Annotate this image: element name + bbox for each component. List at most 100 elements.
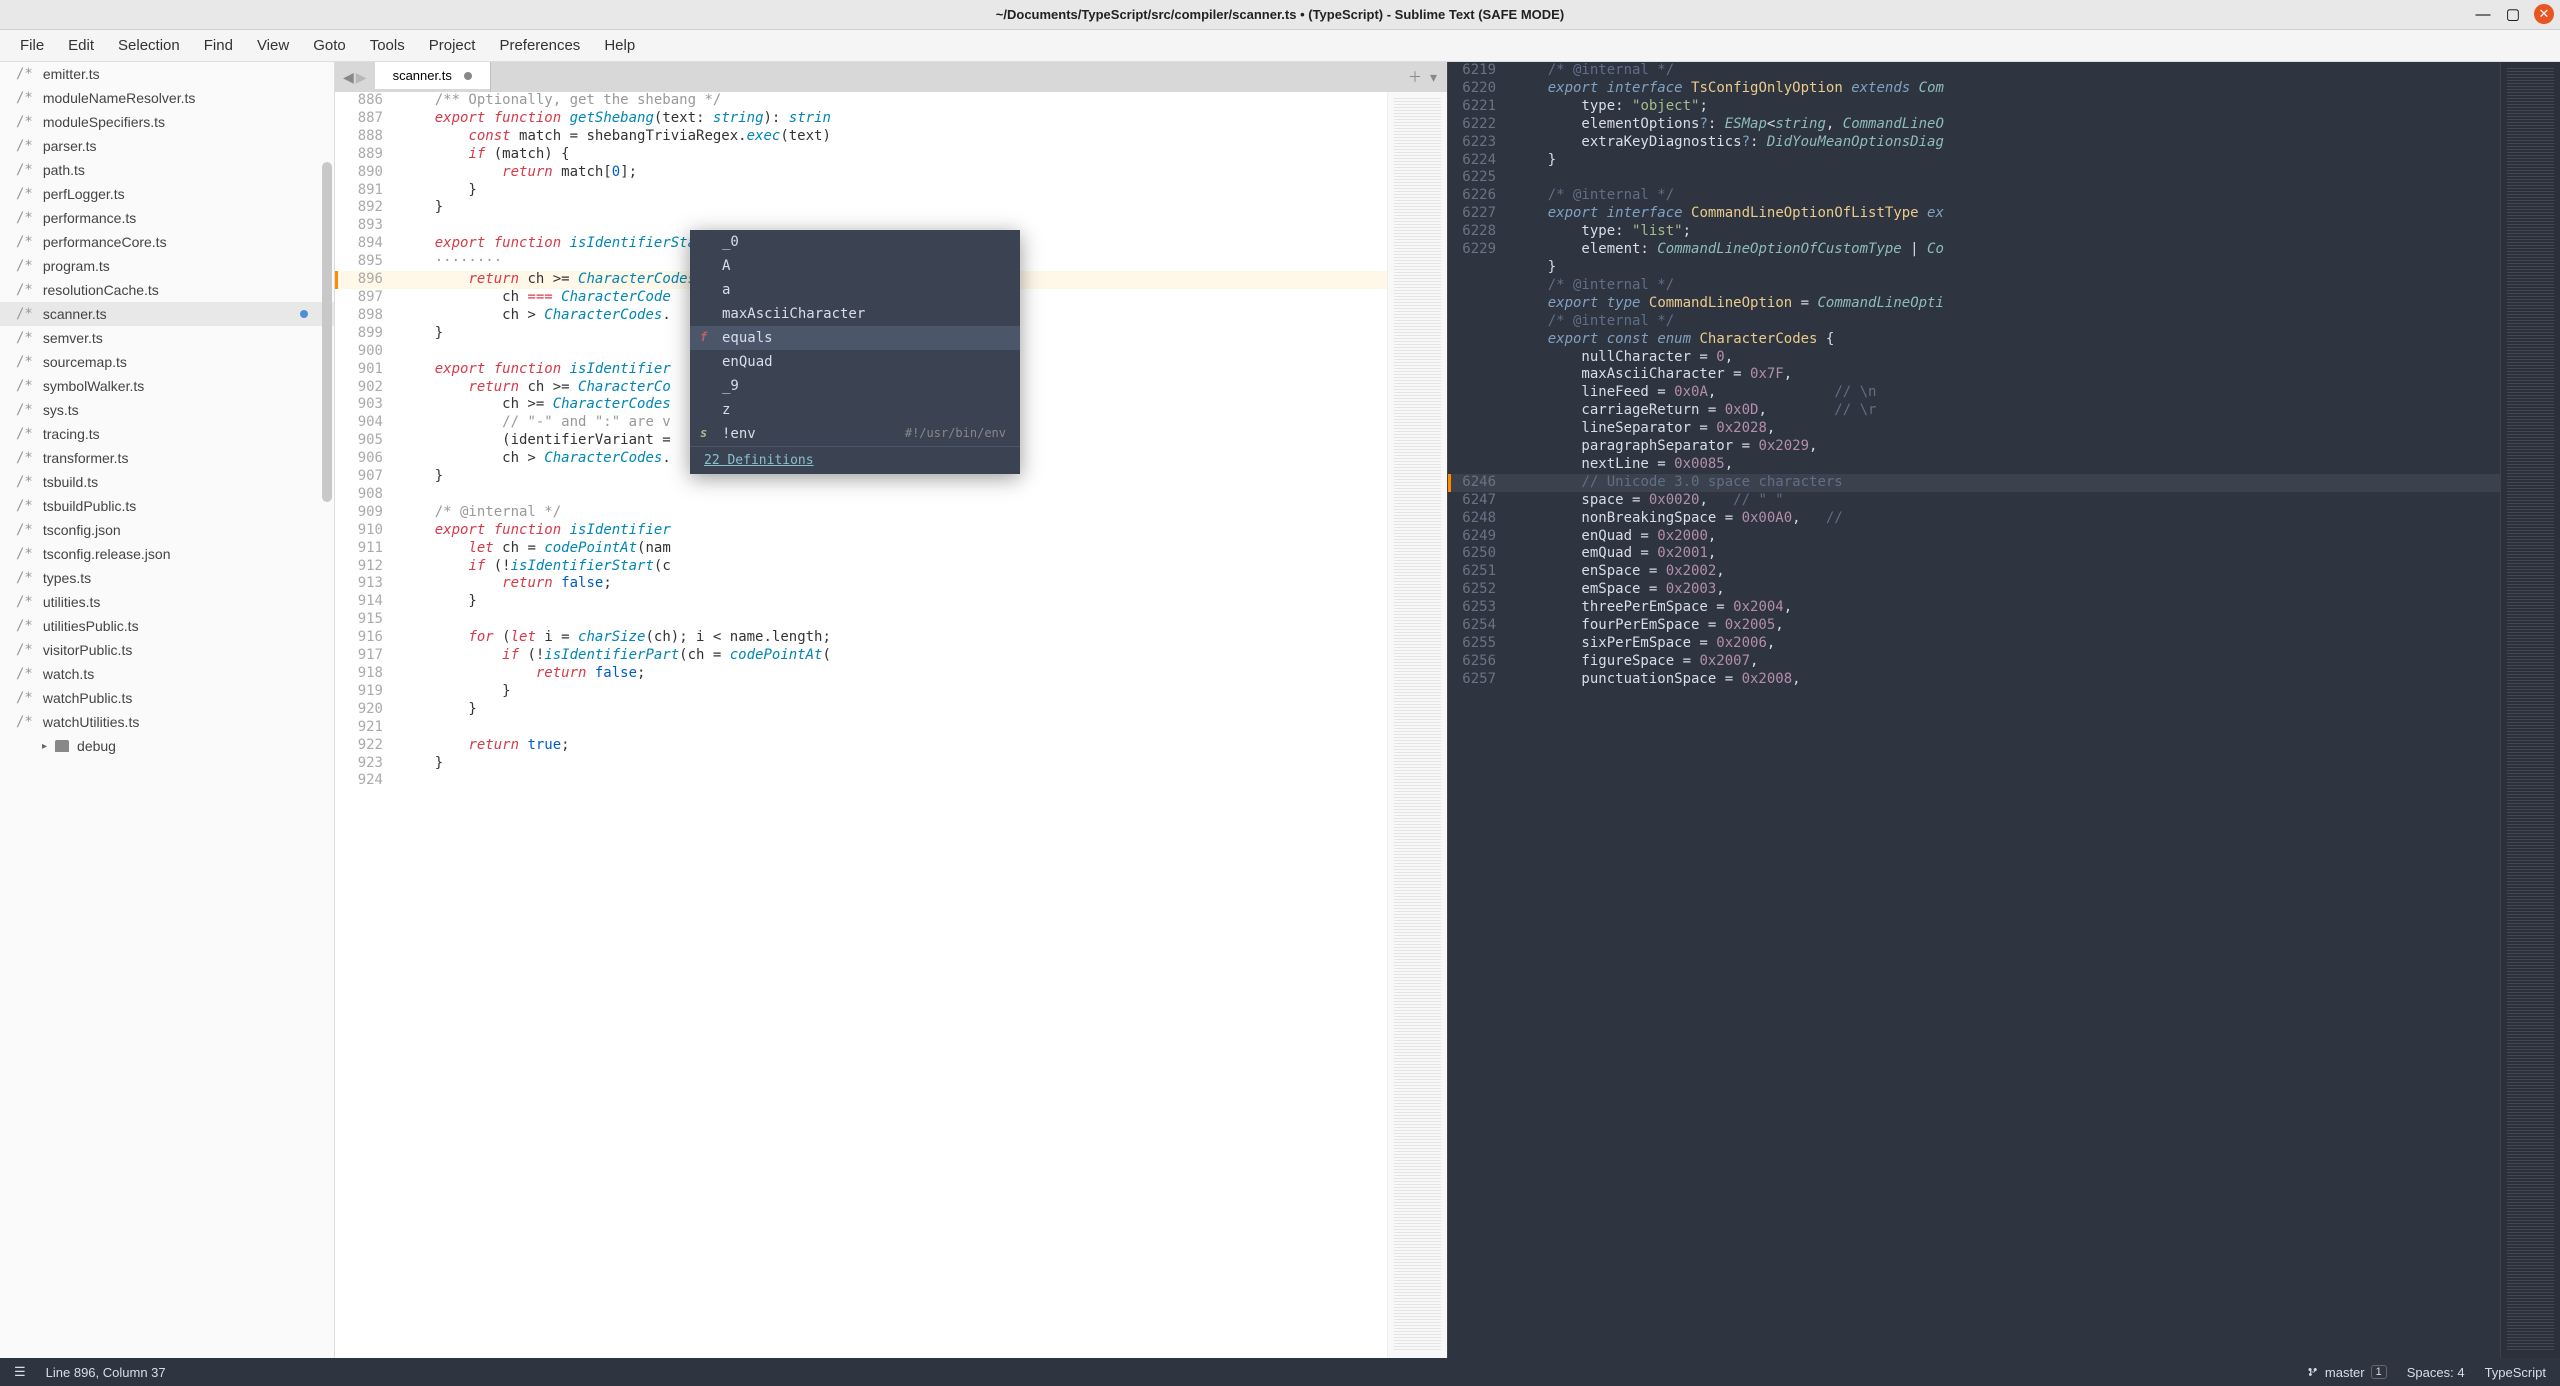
sidebar-file-tsbuild-ts[interactable]: /*tsbuild.ts (0, 470, 334, 494)
autocomplete-item[interactable]: _9 (690, 374, 1020, 398)
autocomplete-item[interactable]: enQuad (690, 350, 1020, 374)
sidebar-file-transformer-ts[interactable]: /*transformer.ts (0, 446, 334, 470)
sidebar-folder-debug[interactable]: ▸ debug (0, 734, 334, 758)
code-line[interactable]: 921 (335, 719, 1387, 737)
sidebar[interactable]: /*emitter.ts/*moduleNameResolver.ts/*mod… (0, 62, 335, 1358)
sidebar-file-performance-ts[interactable]: /*performance.ts (0, 206, 334, 230)
close-button[interactable]: ✕ (2534, 4, 2554, 24)
new-tab-button[interactable]: ＋ (1408, 67, 1422, 87)
code-line[interactable]: 917 if (!isIdentifierPart(ch = codePoint… (335, 647, 1387, 665)
sidebar-file-watchUtilities-ts[interactable]: /*watchUtilities.ts (0, 710, 334, 734)
sidebar-file-sys-ts[interactable]: /*sys.ts (0, 398, 334, 422)
code-line[interactable]: 6227 export interface CommandLineOptionO… (1448, 205, 2500, 223)
sidebar-file-performanceCore-ts[interactable]: /*performanceCore.ts (0, 230, 334, 254)
cursor-position[interactable]: Line 896, Column 37 (46, 1365, 166, 1380)
code-line[interactable]: 891 } (335, 182, 1387, 200)
sidebar-file-types-ts[interactable]: /*types.ts (0, 566, 334, 590)
autocomplete-item[interactable]: s!env#!/usr/bin/env (690, 422, 1020, 446)
code-line[interactable]: carriageReturn = 0x0D, // \r (1448, 402, 2500, 420)
sidebar-file-tsbuildPublic-ts[interactable]: /*tsbuildPublic.ts (0, 494, 334, 518)
sidebar-file-path-ts[interactable]: /*path.ts (0, 158, 334, 182)
code-line[interactable]: 889 if (match) { (335, 146, 1387, 164)
menu-project[interactable]: Project (419, 33, 486, 58)
menu-goto[interactable]: Goto (303, 33, 356, 58)
sidebar-file-watchPublic-ts[interactable]: /*watchPublic.ts (0, 686, 334, 710)
autocomplete-item[interactable]: A (690, 254, 1020, 278)
sidebar-file-resolutionCache-ts[interactable]: /*resolutionCache.ts (0, 278, 334, 302)
nav-forward-icon[interactable]: ▶ (356, 69, 367, 86)
code-line[interactable]: 912 if (!isIdentifierStart(c (335, 558, 1387, 576)
menu-selection[interactable]: Selection (108, 33, 190, 58)
code-line[interactable]: 6219 /* @internal */ (1448, 62, 2500, 80)
sidebar-scrollbar-thumb[interactable] (322, 162, 332, 502)
code-line[interactable]: 918 return false; (335, 665, 1387, 683)
indentation-setting[interactable]: Spaces: 4 (2407, 1365, 2465, 1380)
autocomplete-definitions-link[interactable]: 22 Definitions (690, 446, 1020, 474)
sidebar-file-scanner-ts[interactable]: /*scanner.ts (0, 302, 334, 326)
code-line[interactable]: 919 } (335, 683, 1387, 701)
code-line[interactable]: 6228 type: "list"; (1448, 223, 2500, 241)
autocomplete-popup[interactable]: _0AamaxAsciiCharacterfequalsenQuad_9zs!e… (690, 230, 1020, 474)
code-line[interactable]: 6257 punctuationSpace = 0x2008, (1448, 671, 2500, 689)
code-line[interactable]: 890 return match[0]; (335, 164, 1387, 182)
code-line[interactable]: 6253 threePerEmSpace = 0x2004, (1448, 599, 2500, 617)
code-line[interactable]: 6226 /* @internal */ (1448, 187, 2500, 205)
sidebar-file-tsconfig-json[interactable]: /*tsconfig.json (0, 518, 334, 542)
code-line[interactable]: 6256 figureSpace = 0x2007, (1448, 653, 2500, 671)
sidebar-file-parser-ts[interactable]: /*parser.ts (0, 134, 334, 158)
tab-list-dropdown-icon[interactable]: ▾ (1430, 69, 1437, 86)
menu-find[interactable]: Find (194, 33, 243, 58)
code-line[interactable]: 915 (335, 611, 1387, 629)
autocomplete-item[interactable]: z (690, 398, 1020, 422)
menu-view[interactable]: View (247, 33, 299, 58)
code-line[interactable]: export type CommandLineOption = CommandL… (1448, 295, 2500, 313)
code-line[interactable]: 6250 emQuad = 0x2001, (1448, 545, 2500, 563)
sidebar-file-emitter-ts[interactable]: /*emitter.ts (0, 62, 334, 86)
code-line[interactable]: 6221 type: "object"; (1448, 98, 2500, 116)
tab-history-nav[interactable]: ◀ ▶ (335, 62, 375, 92)
sidebar-file-program-ts[interactable]: /*program.ts (0, 254, 334, 278)
menu-edit[interactable]: Edit (58, 33, 104, 58)
menu-file[interactable]: File (10, 33, 54, 58)
code-line[interactable]: 6247 space = 0x0020, // " " (1448, 492, 2500, 510)
code-line[interactable]: 6246 // Unicode 3.0 space characters (1448, 474, 2500, 492)
sidebar-file-tsconfig-release-json[interactable]: /*tsconfig.release.json (0, 542, 334, 566)
code-line[interactable]: export const enum CharacterCodes { (1448, 331, 2500, 349)
sidebar-file-moduleSpecifiers-ts[interactable]: /*moduleSpecifiers.ts (0, 110, 334, 134)
menu-preferences[interactable]: Preferences (489, 33, 590, 58)
code-line[interactable]: 909 /* @internal */ (335, 504, 1387, 522)
code-line[interactable]: lineSeparator = 0x2028, (1448, 420, 2500, 438)
code-line[interactable]: 892 } (335, 199, 1387, 217)
sidebar-file-semver-ts[interactable]: /*semver.ts (0, 326, 334, 350)
autocomplete-item[interactable]: a (690, 278, 1020, 302)
editor-content-right[interactable]: 6219 /* @internal */6220 export interfac… (1448, 62, 2500, 1358)
sidebar-file-utilities-ts[interactable]: /*utilities.ts (0, 590, 334, 614)
code-line[interactable]: 6222 elementOptions?: ESMap<string, Comm… (1448, 116, 2500, 134)
code-line[interactable]: 923 } (335, 755, 1387, 773)
code-line[interactable]: 913 return false; (335, 575, 1387, 593)
autocomplete-item[interactable]: maxAsciiCharacter (690, 302, 1020, 326)
sidebar-file-utilitiesPublic-ts[interactable]: /*utilitiesPublic.ts (0, 614, 334, 638)
code-line[interactable]: 911 let ch = codePointAt(nam (335, 540, 1387, 558)
sidebar-file-moduleNameResolver-ts[interactable]: /*moduleNameResolver.ts (0, 86, 334, 110)
code-line[interactable]: 924 (335, 772, 1387, 790)
minimap-right[interactable] (2500, 62, 2560, 1358)
code-line[interactable]: 886 /** Optionally, get the shebang */ (335, 92, 1387, 110)
code-line[interactable]: /* @internal */ (1448, 277, 2500, 295)
code-line[interactable]: 6225 (1448, 169, 2500, 187)
code-line[interactable]: 6254 fourPerEmSpace = 0x2005, (1448, 617, 2500, 635)
tab-scanner-ts[interactable]: scanner.ts (375, 62, 491, 89)
code-line[interactable]: /* @internal */ (1448, 313, 2500, 331)
code-line[interactable]: 6224 } (1448, 152, 2500, 170)
code-line[interactable]: 6251 enSpace = 0x2002, (1448, 563, 2500, 581)
code-line[interactable]: 888 const match = shebangTriviaRegex.exe… (335, 128, 1387, 146)
minimize-button[interactable]: — (2474, 5, 2492, 23)
code-line[interactable]: 920 } (335, 701, 1387, 719)
nav-back-icon[interactable]: ◀ (343, 69, 354, 86)
maximize-button[interactable]: ▢ (2504, 5, 2522, 23)
code-line[interactable]: 6223 extraKeyDiagnostics?: DidYouMeanOpt… (1448, 134, 2500, 152)
code-line[interactable]: 922 return true; (335, 737, 1387, 755)
code-line[interactable]: lineFeed = 0x0A, // \n (1448, 384, 2500, 402)
code-line[interactable]: nullCharacter = 0, (1448, 349, 2500, 367)
code-line[interactable]: nextLine = 0x0085, (1448, 456, 2500, 474)
